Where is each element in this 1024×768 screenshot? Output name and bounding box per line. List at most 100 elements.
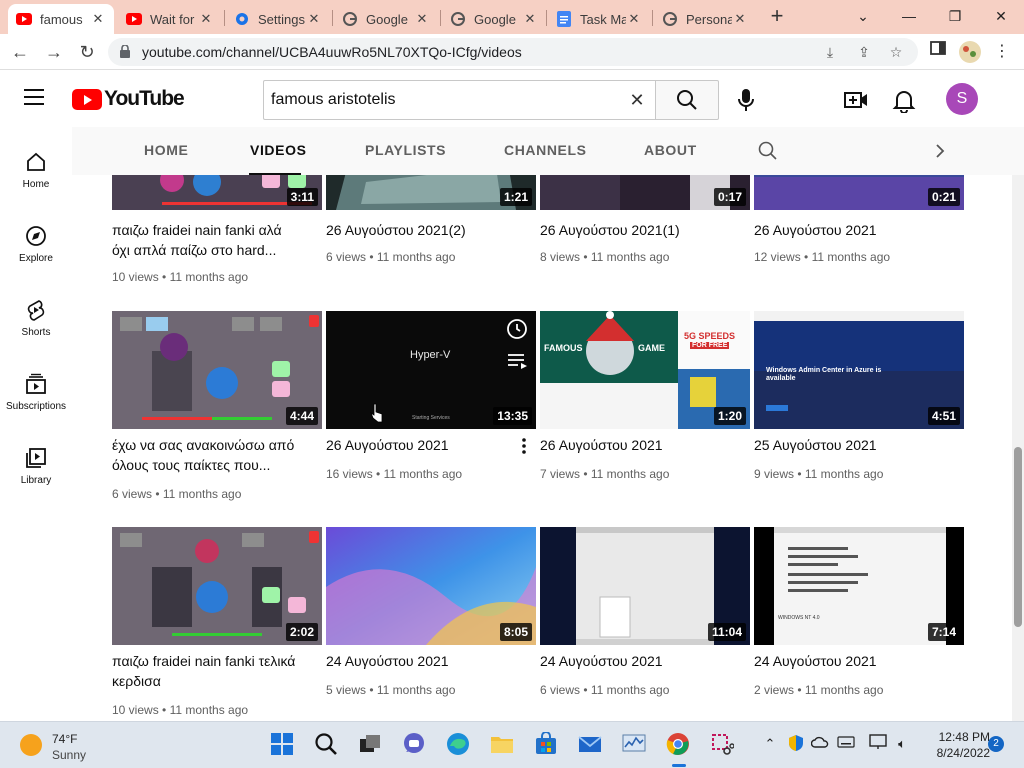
video-title[interactable]: 25 Αυγούστου 2021	[754, 435, 944, 455]
video-title[interactable]: έχω να σας ανακοινώσω από όλους τους παί…	[112, 435, 302, 475]
maximize-button[interactable]: ❐	[940, 4, 970, 28]
video-thumbnail[interactable]: FAMOUS GAME 5G SPEEDS FOR FREE 1:20	[540, 311, 750, 429]
browser-tab-3[interactable]: Google ✕	[334, 4, 438, 34]
start-icon[interactable]	[270, 732, 296, 758]
account-avatar[interactable]: S	[946, 83, 978, 115]
chevron-up-icon[interactable]: ⌃	[760, 734, 780, 754]
create-video-icon[interactable]	[843, 87, 869, 113]
chrome-icon[interactable]	[666, 732, 692, 758]
add-to-queue-icon[interactable]	[508, 353, 528, 369]
more-actions-icon[interactable]	[521, 438, 527, 454]
scrollbar-thumb[interactable]	[1014, 447, 1022, 627]
reload-button[interactable]: ↻	[75, 40, 99, 64]
tab-channels[interactable]: CHANNELS	[504, 142, 587, 158]
new-tab-button[interactable]: +	[766, 5, 788, 28]
browser-tab-5[interactable]: Task Ma ✕	[548, 4, 650, 34]
close-icon[interactable]: ✕	[306, 11, 322, 27]
window-close-button[interactable]: ✕	[986, 4, 1016, 28]
system-clock[interactable]: 12:48 PM 8/24/2022	[918, 729, 990, 761]
close-icon[interactable]: ✕	[198, 11, 214, 27]
tab-home[interactable]: HOME	[144, 142, 188, 158]
video-thumbnail[interactable]: WINDOWS NT 4.0 7:14	[754, 527, 964, 645]
video-title[interactable]: 24 Αυγούστου 2021	[326, 651, 516, 671]
guide-item-home[interactable]: Home	[0, 141, 72, 209]
tab-search-button[interactable]: ⌄	[848, 4, 878, 28]
video-thumbnail[interactable]: 11:04	[540, 527, 750, 645]
search-button[interactable]	[655, 80, 719, 120]
video-thumbnail[interactable]: 2:02	[112, 527, 322, 645]
browser-tab-2[interactable]: Settings ✕	[226, 4, 330, 34]
bookmark-star-icon[interactable]: ☆	[886, 42, 906, 62]
guide-item-subscriptions[interactable]: Subscriptions	[0, 363, 72, 431]
back-button[interactable]: ←	[8, 40, 32, 64]
profile-avatar[interactable]	[958, 40, 982, 64]
minimize-button[interactable]: —	[894, 4, 924, 28]
search-icon[interactable]	[314, 732, 340, 758]
store-icon[interactable]	[534, 731, 560, 758]
close-icon[interactable]: ✕	[90, 11, 106, 27]
browser-tab-0[interactable]: famous ✕	[8, 4, 114, 34]
notifications-bell-icon[interactable]	[891, 87, 917, 114]
video-title[interactable]: 26 Αυγούστου 2021	[754, 220, 944, 240]
video-thumbnail[interactable]: 3:11	[112, 175, 322, 210]
browser-tab-6[interactable]: Persona ✕	[654, 4, 756, 34]
notification-count-badge[interactable]: 2	[988, 736, 1004, 752]
install-app-icon[interactable]: ⤓	[820, 42, 840, 62]
close-icon[interactable]: ✕	[626, 11, 642, 27]
volume-icon[interactable]: 🔈︎	[892, 734, 912, 754]
video-thumbnail[interactable]: 0:21	[754, 175, 964, 210]
watch-later-icon[interactable]	[506, 318, 528, 340]
search-input[interactable]: famous aristotelis ✕	[263, 80, 656, 120]
address-bar[interactable]: youtube.com/channel/UCBA4uuwRo5NL70XTQo-…	[108, 38, 918, 66]
file-explorer-icon[interactable]	[490, 732, 516, 758]
video-title[interactable]: παιζω fraidei nain fanki τελικά κερδισα	[112, 651, 302, 691]
video-thumbnail[interactable]: 1:21	[326, 175, 536, 210]
video-thumbnail[interactable]: Windows Admin Center in Azure is availab…	[754, 311, 964, 429]
upload-age: 11 months ago	[590, 467, 670, 481]
guide-item-explore[interactable]: Explore	[0, 215, 72, 283]
forward-button[interactable]: →	[42, 40, 66, 64]
tab-playlists[interactable]: PLAYLISTS	[365, 142, 446, 158]
channel-search-icon[interactable]	[758, 141, 778, 161]
video-title[interactable]: 26 Αυγούστου 2021(2)	[326, 220, 516, 240]
video-title[interactable]: 26 Αυγούστου 2021	[326, 435, 516, 455]
close-icon[interactable]: ✕	[414, 11, 430, 27]
display-icon[interactable]	[868, 734, 888, 754]
page-scrollbar[interactable]	[1012, 175, 1024, 721]
menu-icon[interactable]	[24, 89, 44, 107]
chevron-right-icon[interactable]	[934, 143, 946, 159]
video-thumbnail[interactable]: Hyper-V Starting Services 13:35	[326, 311, 536, 429]
task-view-icon[interactable]	[358, 732, 384, 758]
performance-monitor-icon[interactable]	[622, 732, 648, 758]
edge-icon[interactable]	[446, 732, 472, 758]
lock-icon[interactable]	[120, 44, 130, 63]
tab-videos[interactable]: VIDEOS	[250, 142, 307, 158]
video-title[interactable]: παιζω fraidei nain fanki αλά όχι απλά πα…	[112, 220, 302, 260]
video-thumbnail[interactable]: 0:17	[540, 175, 750, 210]
mail-icon[interactable]	[578, 732, 604, 758]
share-icon[interactable]: ⇪	[854, 42, 874, 62]
video-title[interactable]: 26 Αυγούστου 2021(1)	[540, 220, 730, 240]
tab-about[interactable]: ABOUT	[644, 142, 697, 158]
sidebar-toggle-icon[interactable]	[926, 40, 950, 64]
clear-icon[interactable]: ✕	[626, 89, 648, 111]
video-thumbnail[interactable]: 8:05	[326, 527, 536, 645]
browser-tab-1[interactable]: Wait for ✕	[118, 4, 222, 34]
browser-tab-4[interactable]: Google ✕	[442, 4, 546, 34]
close-icon[interactable]: ✕	[732, 11, 748, 27]
microphone-icon[interactable]	[733, 87, 759, 113]
video-title[interactable]: 24 Αυγούστου 2021	[754, 651, 944, 671]
keyboard-icon[interactable]	[836, 734, 856, 754]
more-menu-icon[interactable]: ⋮	[990, 40, 1014, 64]
snipping-tool-icon[interactable]	[710, 732, 736, 758]
security-shield-icon[interactable]	[786, 734, 806, 754]
video-thumbnail[interactable]: 4:44	[112, 311, 322, 429]
video-title[interactable]: 26 Αυγούστου 2021	[540, 435, 730, 455]
guide-item-library[interactable]: Library	[0, 437, 72, 505]
video-title[interactable]: 24 Αυγούστου 2021	[540, 651, 730, 671]
onedrive-cloud-icon[interactable]	[810, 734, 830, 754]
guide-item-shorts[interactable]: Shorts	[0, 289, 72, 357]
chat-icon[interactable]	[402, 732, 428, 758]
youtube-logo[interactable]: YouTube	[72, 87, 185, 111]
close-icon[interactable]: ✕	[522, 11, 538, 27]
